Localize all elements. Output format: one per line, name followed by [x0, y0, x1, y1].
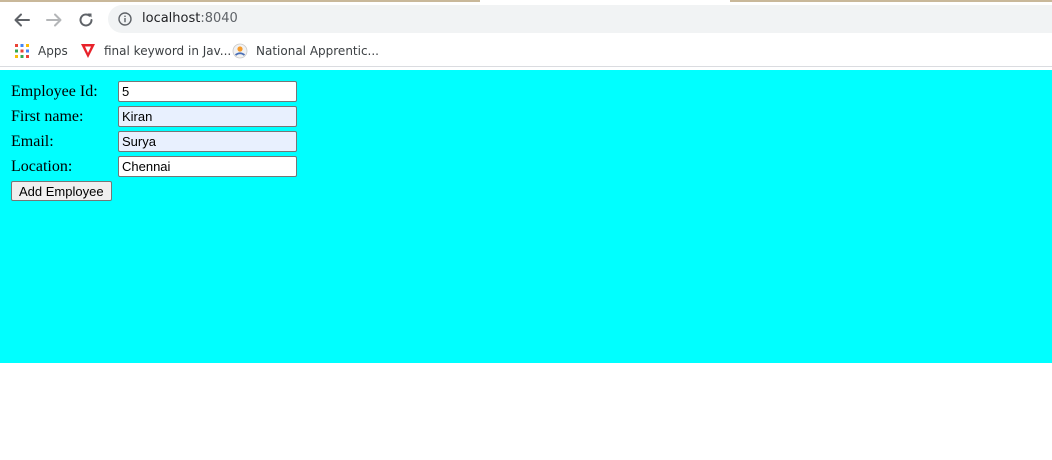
- email-label: Email:: [11, 133, 54, 150]
- back-button[interactable]: [10, 8, 34, 32]
- employee-id-input[interactable]: [118, 81, 297, 102]
- forward-arrow-icon: [46, 13, 62, 27]
- employee-id-label: Employee Id:: [11, 83, 98, 100]
- red-v-logo-icon: [80, 43, 96, 59]
- apps-grid-icon: [14, 43, 30, 59]
- forward-button[interactable]: [42, 8, 66, 32]
- location-label: Location:: [11, 158, 73, 175]
- bookmark-final-keyword[interactable]: final keyword in Jav...: [80, 42, 231, 60]
- reload-icon: [79, 13, 93, 27]
- add-employee-button[interactable]: Add Employee: [11, 181, 112, 201]
- address-bar[interactable]: localhost:8040: [108, 5, 1052, 33]
- bookmark-label: final keyword in Jav...: [104, 44, 232, 58]
- apprentice-logo-icon: [232, 43, 248, 59]
- url-text[interactable]: localhost:8040: [142, 11, 238, 26]
- bookmark-label: Apps: [38, 44, 68, 58]
- location-input[interactable]: [118, 156, 297, 177]
- url-port: :8040: [200, 11, 238, 26]
- bookmark-label: National Apprentic...: [256, 44, 379, 58]
- browser-toolbar: localhost:8040: [0, 2, 1052, 36]
- bookmark-apps[interactable]: Apps: [14, 42, 68, 60]
- bookmarks-bar: Apps final keyword in Jav... National Ap…: [0, 36, 1052, 67]
- first-name-label: First name:: [11, 108, 84, 125]
- email-input[interactable]: [118, 131, 297, 152]
- back-arrow-icon: [14, 13, 30, 27]
- bookmark-national-apprentice[interactable]: National Apprentic...: [232, 42, 379, 60]
- page-content: Employee Id: First name: Email: Location…: [0, 70, 1052, 363]
- url-host: localhost: [142, 11, 201, 26]
- info-icon[interactable]: [118, 12, 132, 26]
- reload-button[interactable]: [74, 8, 98, 32]
- first-name-input[interactable]: [118, 106, 297, 127]
